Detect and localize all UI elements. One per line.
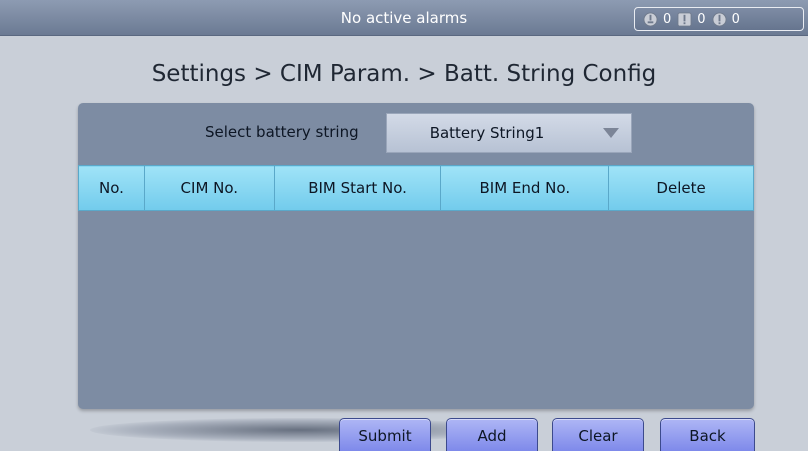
back-button[interactable]: Back (660, 418, 755, 451)
select-battery-string-label: Select battery string (205, 123, 359, 141)
critical-alarm-count: 0 (731, 11, 740, 27)
major-alarm-icon (677, 11, 692, 27)
alarm-counter-panel[interactable]: 0 0 0 (634, 7, 804, 31)
column-header-bim-start-no: BIM Start No. (273, 165, 442, 211)
minor-alarm-icon (643, 11, 658, 27)
dropdown-arrow-icon (603, 128, 619, 138)
critical-alarm-counter[interactable]: 0 (712, 12, 740, 27)
column-header-no: No. (78, 165, 145, 211)
critical-alarm-icon (712, 11, 727, 27)
clear-button[interactable]: Clear (552, 418, 644, 451)
major-alarm-counter[interactable]: 0 (677, 11, 706, 27)
minor-alarm-count: 0 (663, 11, 672, 27)
page-title: Settings > CIM Param. > Batt. String Con… (151, 61, 657, 87)
column-header-bim-end-no: BIM End No. (440, 165, 610, 211)
minor-alarm-counter[interactable]: 0 (643, 12, 671, 27)
add-button[interactable]: Add (446, 418, 538, 451)
alarm-bar: No active alarms 0 0 0 (0, 0, 808, 36)
battery-string-dropdown[interactable]: Battery String1 (386, 113, 632, 153)
battery-string-selected-value: Battery String1 (429, 124, 545, 142)
batt-string-config-panel: Select battery string Battery String1 No… (78, 103, 754, 409)
column-header-delete: Delete (608, 165, 754, 211)
table-header-row: No. CIM No. BIM Start No. BIM End No. De… (78, 165, 754, 211)
submit-button[interactable]: Submit (339, 418, 431, 451)
battery-string-table: No. CIM No. BIM Start No. BIM End No. De… (78, 165, 754, 211)
battery-string-selector-row: Select battery string Battery String1 (78, 113, 754, 153)
column-header-cim-no: CIM No. (143, 165, 275, 211)
major-alarm-count: 0 (697, 11, 706, 27)
